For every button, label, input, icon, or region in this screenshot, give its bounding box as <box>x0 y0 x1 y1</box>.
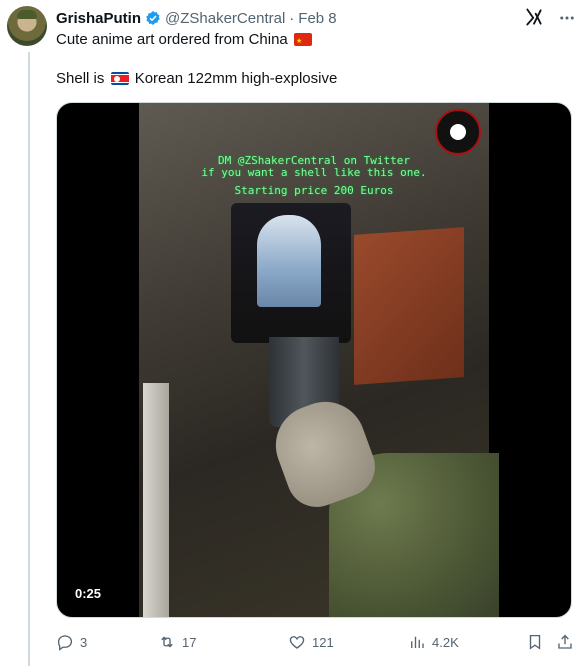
bookmark-button[interactable] <box>526 632 544 652</box>
reply-button[interactable]: 3 <box>56 632 87 652</box>
retweet-button[interactable]: 17 <box>158 632 196 652</box>
tweet-text-line-1: Cute anime art ordered from China <box>56 30 314 50</box>
more-icon[interactable] <box>558 9 576 27</box>
video-scene-post <box>143 383 169 617</box>
views-button[interactable]: 4.2K <box>408 632 459 652</box>
author-handle[interactable]: @ZShakerCentral <box>165 10 285 27</box>
video-scene-wood <box>354 227 464 385</box>
reply-icon <box>57 635 73 651</box>
video-duration: 0:25 <box>69 584 108 603</box>
video-scene-anime-figure <box>257 215 321 307</box>
thread-line <box>28 52 30 666</box>
tweet-text: Cute anime art ordered from China <box>56 31 288 48</box>
avatar[interactable] <box>7 6 47 46</box>
video-overlay-line-3: Starting price 200 Euros <box>234 184 394 197</box>
video-frame[interactable]: DM @ZShakerCentral on Twitter if you wan… <box>139 103 499 617</box>
tweet-header: GrishaPutin @ZShakerCentral · Feb 8 <box>56 8 584 28</box>
views-icon <box>411 636 424 648</box>
retweet-count: 17 <box>182 634 197 650</box>
tweet-date[interactable]: Feb 8 <box>298 10 336 27</box>
china-flag-icon <box>293 33 312 46</box>
author-name[interactable]: GrishaPutin <box>56 10 141 27</box>
share-icon <box>558 634 572 649</box>
views-count: 4.2K <box>432 634 459 650</box>
verified-badge-icon <box>146 11 160 25</box>
video-overlay-line-2: if you want a shell like this one. <box>201 166 427 179</box>
north-korea-flag-icon <box>110 72 129 85</box>
tweet-text-suffix: Korean 122mm high-explosive <box>134 70 338 87</box>
retweet-icon <box>161 636 173 648</box>
bookmark-icon <box>529 634 541 650</box>
video-logo-badge <box>435 109 481 155</box>
grok-icon[interactable] <box>524 7 544 27</box>
like-button[interactable]: 121 <box>288 632 334 652</box>
share-button[interactable] <box>556 632 574 652</box>
video-player[interactable]: DM @ZShakerCentral on Twitter if you wan… <box>56 102 572 618</box>
tweet-actions: 3 17 121 4.2K <box>56 632 572 652</box>
heart-icon <box>289 636 305 649</box>
like-count: 121 <box>312 634 334 650</box>
tweet-text-line-2: Shell is Korean 122mm high-explosive <box>56 69 337 89</box>
separator-dot: · <box>289 9 295 27</box>
reply-count: 3 <box>80 634 88 650</box>
tweet-text-prefix: Shell is <box>56 70 105 87</box>
